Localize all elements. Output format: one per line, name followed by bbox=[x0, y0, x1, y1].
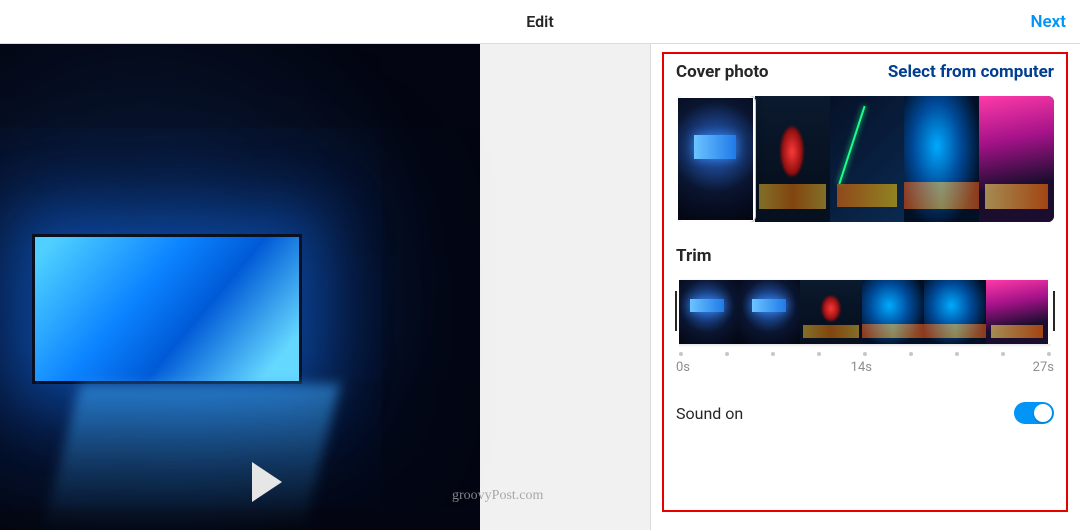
trim-section: Trim bbox=[676, 246, 1054, 374]
cover-thumbnail-strip bbox=[676, 96, 1054, 222]
trim-thumb[interactable] bbox=[924, 280, 986, 344]
trim-start-time: 0s bbox=[676, 360, 690, 375]
trim-label: Trim bbox=[676, 246, 1054, 266]
cover-thumb-2[interactable] bbox=[830, 96, 905, 222]
toggle-knob bbox=[1034, 404, 1052, 422]
play-icon bbox=[236, 454, 292, 510]
tick bbox=[679, 352, 683, 356]
trim-end-time: 27s bbox=[1033, 360, 1054, 375]
trim-thumb[interactable] bbox=[800, 280, 862, 344]
modal-body: groovyPost.com Cover photo Select from c… bbox=[0, 44, 1080, 530]
modal-header: Edit Next bbox=[0, 0, 1080, 44]
trim-thumb[interactable] bbox=[986, 280, 1048, 344]
settings-pane: Cover photo Select from computer Trim bbox=[650, 44, 1080, 530]
cover-photo-label: Cover photo bbox=[676, 62, 769, 82]
play-button[interactable] bbox=[236, 454, 292, 510]
trim-handle-end[interactable] bbox=[1051, 277, 1057, 347]
next-button[interactable]: Next bbox=[1031, 12, 1067, 32]
cover-thumb-3[interactable] bbox=[904, 96, 979, 222]
trim-thumb[interactable] bbox=[676, 280, 738, 344]
trim-ticks: 0s 14s 27s bbox=[676, 352, 1054, 374]
video-preview-pane: groovyPost.com bbox=[0, 44, 650, 530]
tick bbox=[1001, 352, 1005, 356]
tick bbox=[1047, 352, 1051, 356]
sound-toggle[interactable] bbox=[1014, 402, 1054, 424]
sound-row: Sound on bbox=[676, 402, 1054, 424]
tick bbox=[771, 352, 775, 356]
trim-timeline[interactable] bbox=[676, 280, 1054, 344]
select-from-computer-link[interactable]: Select from computer bbox=[888, 62, 1054, 82]
tick bbox=[725, 352, 729, 356]
tick bbox=[817, 352, 821, 356]
video-preview[interactable] bbox=[0, 44, 480, 530]
trim-handle-start[interactable] bbox=[673, 277, 679, 347]
trim-mid-time: 14s bbox=[851, 360, 872, 375]
annotation-highlight: Cover photo Select from computer Trim bbox=[662, 52, 1068, 512]
cover-thumb-1[interactable] bbox=[755, 96, 830, 222]
video-frame-content bbox=[40, 384, 340, 530]
tick bbox=[955, 352, 959, 356]
cover-thumb-0[interactable] bbox=[676, 96, 755, 222]
tick bbox=[863, 352, 867, 356]
cover-photo-header: Cover photo Select from computer bbox=[676, 62, 1054, 82]
tick bbox=[909, 352, 913, 356]
video-frame-content bbox=[32, 234, 302, 384]
modal-title: Edit bbox=[526, 12, 553, 31]
trim-thumb[interactable] bbox=[738, 280, 800, 344]
trim-thumb[interactable] bbox=[862, 280, 924, 344]
sound-label: Sound on bbox=[676, 404, 743, 423]
cover-thumb-4[interactable] bbox=[979, 96, 1054, 222]
